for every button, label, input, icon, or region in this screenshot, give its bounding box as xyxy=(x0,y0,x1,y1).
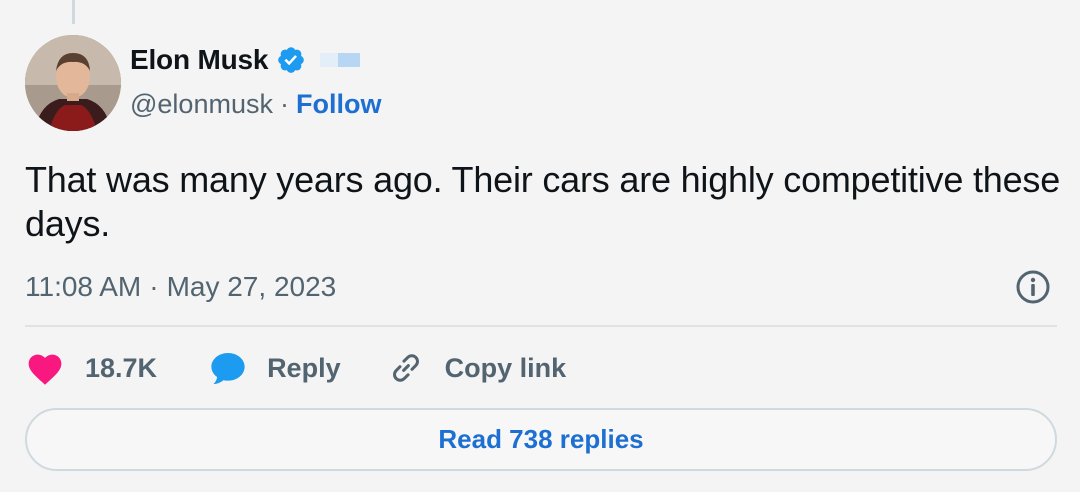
verified-badge-icon xyxy=(276,45,306,75)
author-display-name[interactable]: Elon Musk xyxy=(130,44,268,76)
divider xyxy=(25,325,1057,327)
copy-link-button[interactable]: Copy link xyxy=(387,349,567,387)
follow-button[interactable]: Follow xyxy=(296,89,381,120)
reply-button[interactable]: Reply xyxy=(209,350,341,386)
link-icon xyxy=(392,354,419,382)
tweet-text: That was many years ago. Their cars are … xyxy=(25,159,1061,244)
affiliate-badge-icon xyxy=(320,50,364,70)
read-replies-label: Read 738 replies xyxy=(438,424,644,454)
like-button[interactable]: 18.7K xyxy=(25,350,157,386)
avatar[interactable] xyxy=(25,35,121,131)
heart-icon xyxy=(28,354,62,385)
tweet-time: 11:08 AM xyxy=(25,271,142,302)
separator-dot: · xyxy=(279,88,289,119)
reply-bubble-icon xyxy=(211,352,245,385)
author-handle-row: @elonmusk · Follow xyxy=(130,86,381,122)
author-handle[interactable]: @elonmusk xyxy=(130,89,273,120)
tweet-timestamp[interactable]: 11:08 AM · May 27, 2023 xyxy=(25,268,336,306)
thread-connector-line xyxy=(72,0,75,24)
copy-link-label: Copy link xyxy=(444,352,567,383)
author-name-row: Elon Musk xyxy=(130,42,364,78)
reply-label: Reply xyxy=(267,352,341,383)
like-count: 18.7K xyxy=(85,352,158,383)
info-icon[interactable] xyxy=(1014,268,1052,306)
read-replies-button[interactable]: Read 738 replies xyxy=(25,408,1057,471)
tweet-date: May 27, 2023 xyxy=(166,271,337,302)
tweet-actions: 18.7K Reply Copy link xyxy=(25,346,566,390)
avatar-image xyxy=(25,35,121,131)
separator-dot: · xyxy=(149,271,159,302)
